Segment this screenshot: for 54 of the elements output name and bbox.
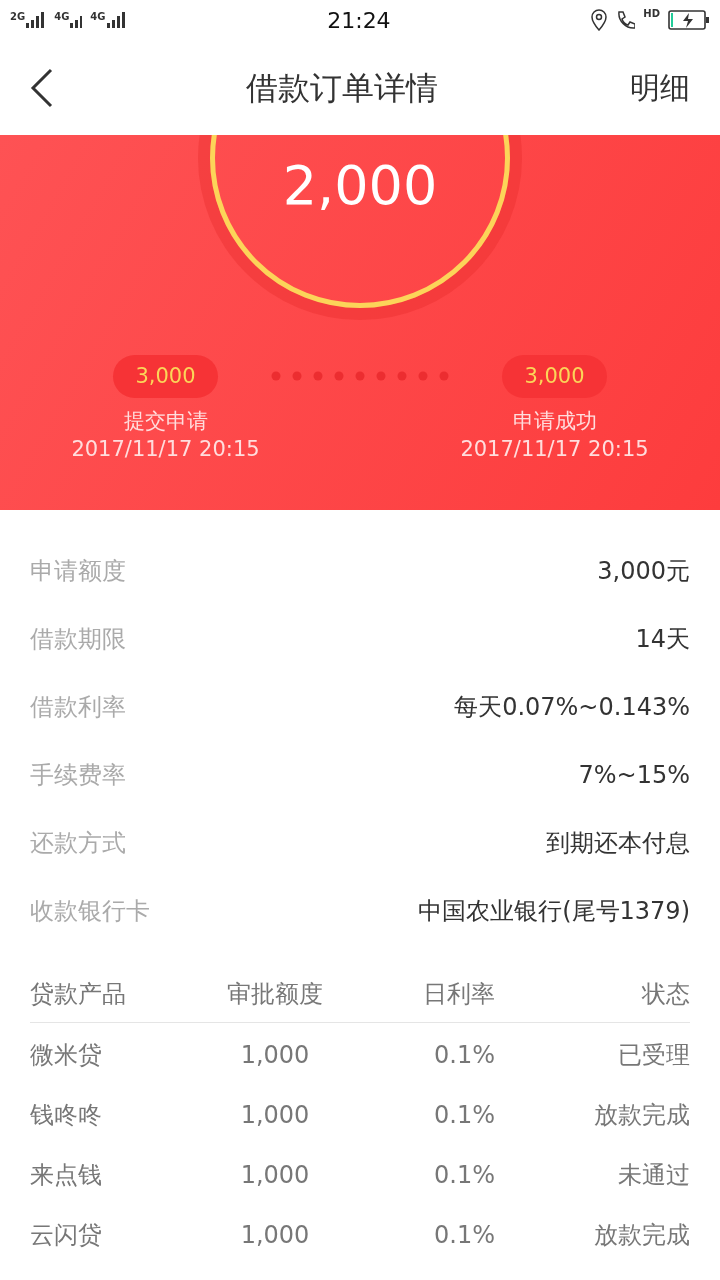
column-header: 贷款产品 bbox=[30, 978, 127, 1010]
table-cell-text: 来点钱 bbox=[30, 1160, 103, 1191]
table-cell-text: 0.1% bbox=[433, 1160, 496, 1191]
detail-value: 中国农业银行(尾号1379) bbox=[418, 896, 690, 927]
step-time: 2017/11/17 20:15 bbox=[460, 435, 649, 463]
column-header: 日利率 bbox=[422, 978, 496, 1010]
table-cell-text: 1,000 bbox=[239, 1040, 311, 1071]
table-cell-text: 1,000 bbox=[239, 1160, 311, 1191]
page-title: 借款订单详情 bbox=[246, 67, 438, 109]
table-cell-text: 0.1% bbox=[433, 1100, 496, 1131]
detail-label: 手续费率 bbox=[30, 760, 126, 791]
detail-label: 还款方式 bbox=[30, 828, 126, 859]
column-header: 状态 bbox=[641, 978, 690, 1010]
network-label: 4G bbox=[54, 12, 70, 22]
signal-icon bbox=[106, 12, 127, 28]
table-cell-text: 放款完成 bbox=[593, 1220, 690, 1251]
table-cell-text: 0.1% bbox=[433, 1220, 496, 1251]
progress-dots-icon bbox=[271, 371, 449, 381]
table-cell-text: 已受理 bbox=[617, 1040, 690, 1071]
call-label: HD bbox=[643, 9, 660, 19]
clock: 21:24 bbox=[327, 6, 391, 35]
step-amount-badge: 3,000 bbox=[113, 355, 218, 399]
step-label: 提交申请 bbox=[123, 408, 208, 436]
detail-label: 收款银行卡 bbox=[30, 896, 150, 927]
table-cell-text: 1,000 bbox=[239, 1220, 311, 1251]
signal-icon bbox=[26, 12, 47, 28]
detail-value: 到期还本付息 bbox=[546, 828, 690, 859]
table-cell-text: 云闪贷 bbox=[30, 1220, 103, 1251]
step-amount-badge: 3,000 bbox=[502, 355, 607, 399]
battery-icon bbox=[668, 9, 710, 31]
details-button[interactable]: 明细 bbox=[630, 65, 690, 110]
detail-value: 14天 bbox=[635, 624, 690, 655]
detail-value: 7%~15% bbox=[578, 760, 690, 791]
network-label: 2G bbox=[10, 12, 26, 22]
step-time: 2017/11/17 20:15 bbox=[71, 435, 260, 463]
detail-label: 借款期限 bbox=[30, 624, 126, 655]
detail-label: 借款利率 bbox=[30, 692, 126, 723]
table-cell-text: 钱咚咚 bbox=[30, 1100, 103, 1131]
back-button[interactable] bbox=[30, 67, 54, 108]
table-cell-text: 微米贷 bbox=[30, 1040, 103, 1071]
table-cell-text: 0.1% bbox=[433, 1040, 496, 1071]
location-icon bbox=[591, 9, 608, 31]
detail-label: 申请额度 bbox=[30, 556, 126, 587]
phone-icon bbox=[615, 9, 636, 31]
table-cell-text: 放款完成 bbox=[593, 1100, 690, 1131]
network-label: 4G bbox=[90, 12, 106, 22]
column-header: 审批额度 bbox=[226, 978, 324, 1010]
back-icon bbox=[30, 67, 54, 108]
detail-value: 3,000元 bbox=[597, 556, 690, 587]
loan-amount: 2,000 bbox=[282, 159, 438, 215]
table-cell-text: 未通过 bbox=[617, 1160, 690, 1191]
table-cell-text: 1,000 bbox=[239, 1100, 311, 1131]
step-label: 申请成功 bbox=[512, 408, 597, 436]
detail-value: 每天0.07%~0.143% bbox=[454, 692, 690, 723]
